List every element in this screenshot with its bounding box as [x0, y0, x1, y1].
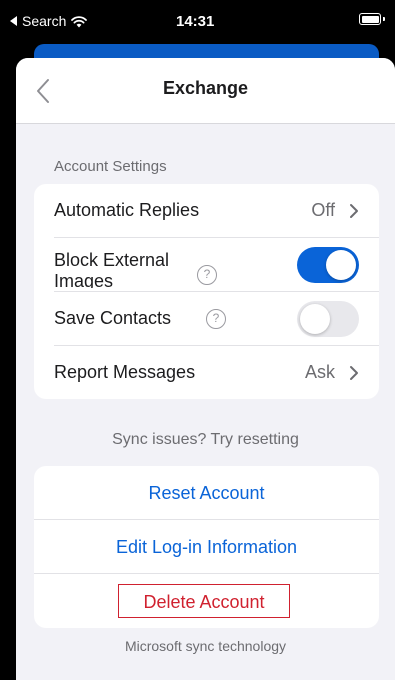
help-icon[interactable]: ? — [206, 309, 226, 329]
reset-account-button[interactable]: Reset Account — [34, 466, 379, 520]
page-title: Exchange — [162, 78, 249, 98]
edit-login-label: Edit Log-in Information — [115, 537, 298, 557]
account-settings-group: Automatic Replies Off Block External Ima… — [34, 184, 379, 399]
status-time: 14:31 — [176, 13, 215, 30]
nav-bar: Exchange — [16, 58, 395, 124]
automatic-replies-row[interactable]: Automatic Replies Off — [34, 184, 379, 238]
report-messages-row[interactable]: Report Messages Ask — [34, 346, 379, 399]
reset-account-label: Reset Account — [148, 483, 265, 503]
toggle-knob — [300, 304, 330, 334]
help-icon[interactable]: ? — [197, 265, 217, 285]
delete-account-button[interactable]: Delete Account — [34, 574, 379, 628]
account-settings-header: Account Settings — [54, 158, 167, 175]
exchange-settings-sheet: Exchange Account Settings Automatic Repl… — [16, 58, 395, 680]
save-contacts-row: Save Contacts ? — [34, 292, 379, 346]
status-back-label: Search — [22, 13, 67, 29]
save-contacts-label: Save Contacts — [54, 308, 172, 328]
status-back-to-search[interactable]: Search — [10, 13, 88, 29]
account-actions-group: Reset Account Edit Log-in Information De… — [34, 466, 379, 628]
battery-tip — [383, 17, 385, 21]
toggle-knob — [326, 250, 356, 280]
block-external-images-toggle[interactable] — [297, 247, 359, 283]
block-external-images-row: Block External Images ? — [34, 238, 379, 292]
automatic-replies-label: Automatic Replies — [54, 200, 200, 220]
save-contacts-toggle[interactable] — [297, 301, 359, 337]
automatic-replies-value: Off — [311, 200, 335, 220]
report-messages-label: Report Messages — [54, 362, 196, 382]
wifi-icon — [71, 15, 88, 27]
edit-login-button[interactable]: Edit Log-in Information — [34, 520, 379, 574]
chevron-right-icon — [350, 204, 358, 218]
chevron-right-icon — [350, 366, 358, 380]
sync-issues-note: Sync issues? Try resetting — [112, 431, 299, 448]
back-triangle-icon — [10, 16, 17, 26]
phone-screen: Search 14:31 Exchange Account Settings A… — [0, 0, 395, 680]
battery-icon — [359, 13, 381, 25]
delete-account-highlight: Delete Account — [118, 584, 290, 618]
footer-note: Microsoft sync technology — [124, 638, 287, 654]
report-messages-value: Ask — [304, 362, 335, 382]
delete-account-label: Delete Account — [143, 592, 265, 612]
status-bar: Search 14:31 — [0, 0, 395, 44]
block-external-images-label: Block External Images — [54, 250, 170, 288]
